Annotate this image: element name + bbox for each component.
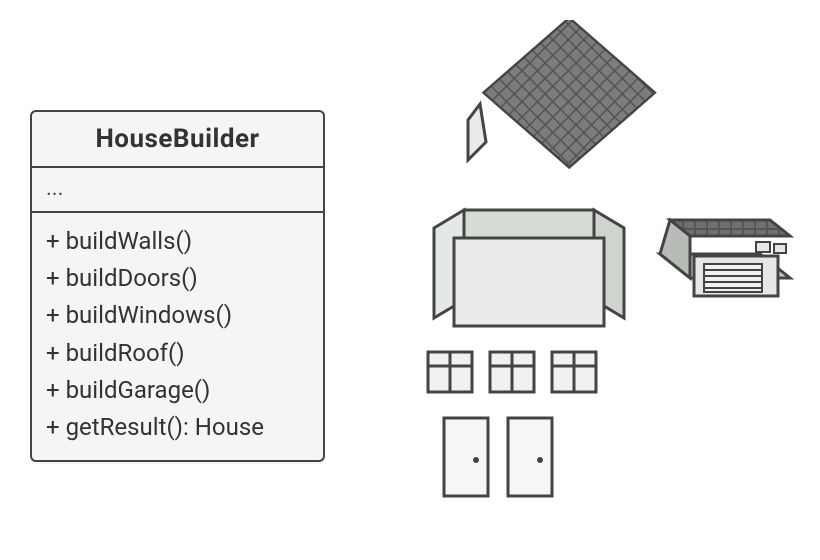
windows-icon [428, 352, 596, 392]
method-build-windows: + buildWindows() [46, 297, 309, 334]
walls-icon [434, 210, 624, 326]
method-build-doors: + buildDoors() [46, 260, 309, 297]
class-name: HouseBuilder [32, 112, 323, 168]
class-methods: + buildWalls() + buildDoors() + buildWin… [32, 213, 323, 460]
house-illustration [340, 20, 810, 540]
class-box: HouseBuilder ... + buildWalls() + buildD… [30, 110, 325, 462]
doors-icon [444, 418, 552, 496]
roof-icon [468, 20, 655, 168]
class-fields: ... [32, 168, 323, 213]
method-get-result: + getResult(): House [46, 409, 309, 446]
method-build-garage: + buildGarage() [46, 372, 309, 409]
method-build-walls: + buildWalls() [46, 223, 309, 260]
garage-icon [660, 220, 790, 296]
method-build-roof: + buildRoof() [46, 335, 309, 372]
